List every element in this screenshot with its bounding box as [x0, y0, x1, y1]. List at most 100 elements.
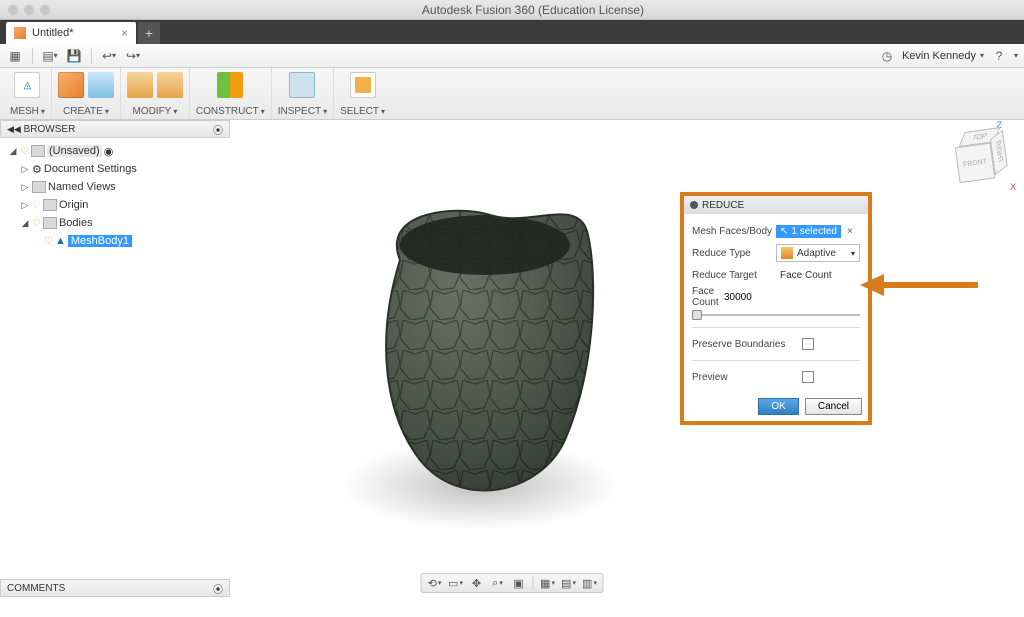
file-menu-icon[interactable]: ▤▾	[41, 47, 59, 65]
close-window-icon[interactable]	[8, 5, 18, 15]
window-controls[interactable]	[8, 5, 50, 15]
preserve-label: Preserve Boundaries	[692, 339, 802, 350]
fit-icon[interactable]: ▣	[510, 575, 528, 591]
job-status-icon[interactable]: ◷	[878, 47, 896, 65]
redo-icon[interactable]: ↪▾	[124, 47, 142, 65]
modify-1-icon[interactable]	[127, 72, 153, 98]
close-tab-icon[interactable]: ×	[121, 26, 128, 40]
lightbulb-icon[interactable]: ♡	[44, 236, 53, 247]
lightbulb-icon[interactable]: ♡	[20, 146, 29, 157]
mac-titlebar: Autodesk Fusion 360 (Education License)	[0, 0, 1024, 20]
tree-named-views[interactable]: ▷ Named Views	[4, 178, 226, 196]
dialog-title: REDUCE	[702, 200, 744, 211]
modify-group[interactable]: MODIFY▾	[121, 68, 190, 119]
document-tab-title: Untitled*	[32, 27, 74, 39]
preserve-checkbox[interactable]	[802, 338, 814, 350]
workspace-switcher[interactable]: ◬ MESH▾	[4, 68, 52, 119]
pan-icon[interactable]: ✥	[468, 575, 486, 591]
minimize-window-icon[interactable]	[24, 5, 34, 15]
bodies-label: Bodies	[59, 217, 93, 229]
folder-icon	[32, 181, 46, 193]
face-count-slider[interactable]	[692, 308, 860, 322]
tree-meshbody[interactable]: ♡ ▲ MeshBody1	[4, 232, 226, 250]
browser-panel: ◀◀ BROWSER ⦿ ◢♡ (Unsaved) ◉ ▷⚙ Document …	[0, 120, 230, 254]
select-group[interactable]: SELECT▾	[334, 68, 391, 119]
cursor-icon: ↖	[780, 226, 788, 237]
select-icon[interactable]	[350, 72, 376, 98]
construct-plane-icon[interactable]	[217, 72, 243, 98]
comments-panel-header[interactable]: COMMENTS ⦿	[0, 579, 230, 597]
insert-mesh-icon[interactable]	[88, 72, 114, 98]
new-tab-button[interactable]: +	[138, 22, 160, 44]
quick-access-toolbar: ▦ ▤▾ 💾 ↩▾ ↪▾ ◷ Kevin Kennedy▾ ?▾	[0, 44, 1024, 68]
mesh-model[interactable]	[370, 200, 600, 500]
fusion-logo-icon	[14, 27, 26, 39]
grid-icon[interactable]: ▤▾	[560, 575, 578, 591]
reduce-type-dropdown[interactable]: Adaptive ▾	[776, 244, 860, 262]
comments-label: COMMENTS	[7, 583, 65, 594]
look-at-icon[interactable]: ▭▾	[447, 575, 465, 591]
create-group[interactable]: CREATE▾	[52, 68, 121, 119]
browser-tree: ◢♡ (Unsaved) ◉ ▷⚙ Document Settings ▷ Na…	[0, 138, 230, 254]
app-title: Autodesk Fusion 360 (Education License)	[50, 3, 1016, 17]
component-icon	[31, 145, 45, 157]
mesh-workspace-icon: ◬	[14, 72, 40, 98]
create-primitive-icon[interactable]	[58, 72, 84, 98]
save-icon[interactable]: 💾	[65, 47, 83, 65]
root-label: (Unsaved)	[47, 145, 102, 157]
pin-icon[interactable]: ⦿	[213, 122, 223, 137]
row-mesh-faces: Mesh Faces/Body ↖1 selected ×	[692, 220, 860, 242]
clear-selection-icon[interactable]: ×	[843, 226, 857, 237]
zoom-icon[interactable]: ⌕▾	[489, 575, 507, 591]
ok-button[interactable]: OK	[758, 398, 798, 415]
display-style-icon[interactable]: ▦▾	[539, 575, 557, 591]
tree-doc-settings[interactable]: ▷⚙ Document Settings	[4, 160, 226, 178]
inspect-icon[interactable]	[289, 72, 315, 98]
model-viewport[interactable]: ◀◀ BROWSER ⦿ ◢♡ (Unsaved) ◉ ▷⚙ Document …	[0, 120, 1024, 597]
construct-label: CONSTRUCT	[196, 106, 259, 117]
user-menu[interactable]: Kevin Kennedy▾	[902, 50, 984, 62]
document-tab[interactable]: Untitled* ×	[6, 22, 136, 44]
folder-icon	[43, 199, 57, 211]
browser-title: BROWSER	[24, 124, 76, 135]
row-preserve: Preserve Boundaries	[692, 333, 860, 355]
help-icon[interactable]: ?	[990, 47, 1008, 65]
gear-icon: ⚙	[32, 163, 42, 176]
lightbulb-icon[interactable]: ♡	[32, 200, 41, 211]
slider-thumb[interactable]	[692, 310, 702, 320]
dialog-grip-icon	[690, 201, 698, 209]
inspect-group[interactable]: INSPECT▾	[272, 68, 334, 119]
dialog-titlebar[interactable]: REDUCE	[684, 196, 868, 214]
cancel-button[interactable]: Cancel	[805, 398, 862, 415]
undo-icon[interactable]: ↩▾	[100, 47, 118, 65]
adaptive-icon	[781, 247, 793, 259]
mesh-body-icon: ▲	[55, 235, 66, 247]
modify-2-icon[interactable]	[157, 72, 183, 98]
preview-checkbox[interactable]	[802, 371, 814, 383]
face-count-input[interactable]	[720, 288, 860, 306]
selection-count: 1 selected	[791, 226, 837, 237]
ribbon-toolbar: ◬ MESH▾ CREATE▾ MODIFY▾ CONSTRUCT▾ INSPE…	[0, 68, 1024, 120]
zoom-window-icon[interactable]	[40, 5, 50, 15]
browser-header[interactable]: ◀◀ BROWSER ⦿	[0, 120, 230, 138]
workspace-label: MESH	[10, 106, 39, 117]
create-label: CREATE	[63, 106, 103, 117]
tree-bodies[interactable]: ◢♡ Bodies	[4, 214, 226, 232]
activate-radio-icon[interactable]: ◉	[104, 145, 114, 158]
tree-origin[interactable]: ▷♡ Origin	[4, 196, 226, 214]
orbit-icon[interactable]: ⟲▾	[426, 575, 444, 591]
viewcube-front[interactable]: FRONT	[955, 143, 996, 184]
reduce-target-label: Reduce Target	[692, 270, 776, 281]
pin-icon[interactable]: ⦿	[213, 581, 223, 596]
selection-chip[interactable]: ↖1 selected	[776, 225, 841, 238]
lightbulb-icon[interactable]: ♡	[32, 218, 41, 229]
tree-root[interactable]: ◢♡ (Unsaved) ◉	[4, 142, 226, 160]
data-panel-toggle-icon[interactable]: ▦	[6, 47, 24, 65]
reduce-target-dropdown[interactable]: Face Count	[776, 266, 860, 284]
select-label: SELECT	[340, 106, 379, 117]
construct-group[interactable]: CONSTRUCT▾	[190, 68, 272, 119]
reduce-dialog: REDUCE Mesh Faces/Body ↖1 selected × Red…	[680, 192, 872, 425]
viewport-layout-icon[interactable]: ▥▾	[581, 575, 599, 591]
viewcube[interactable]: Z TOP FRONT RIGHT X	[950, 124, 1014, 188]
user-name-label: Kevin Kennedy	[902, 50, 976, 62]
